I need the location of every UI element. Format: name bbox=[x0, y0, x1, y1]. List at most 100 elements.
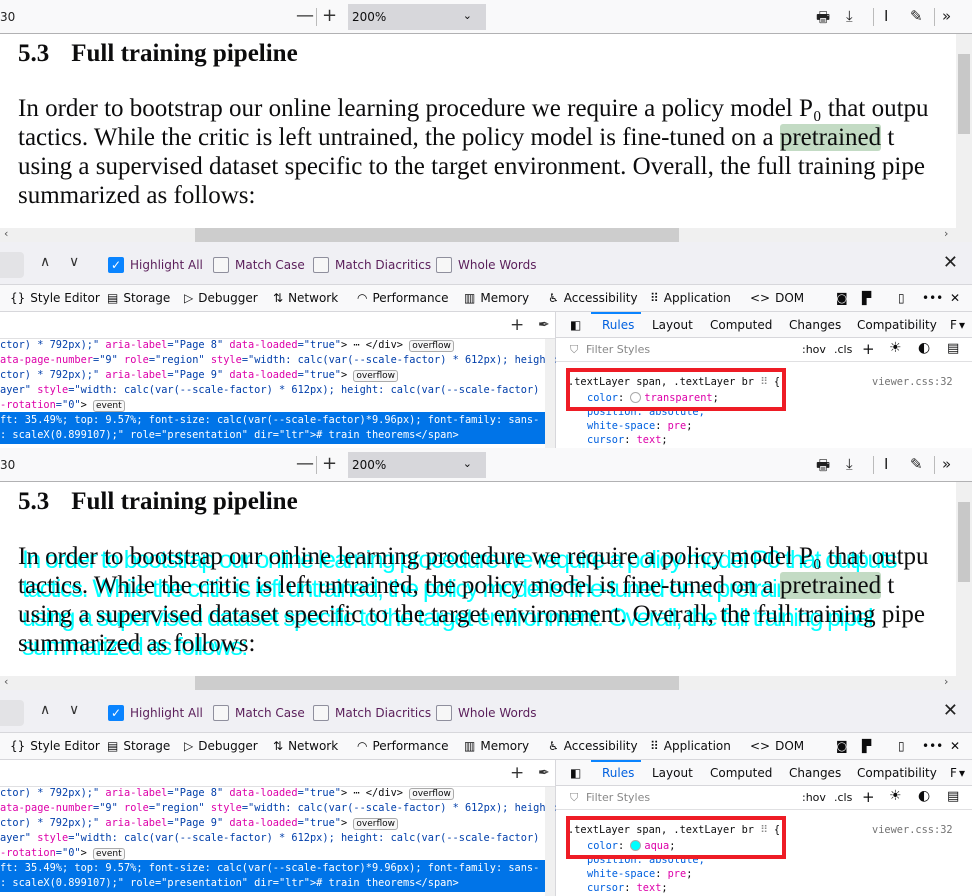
tab-performance[interactable]: ◠ Performance bbox=[357, 291, 449, 305]
markup-line[interactable]: ata-page-number="9" role="region" style=… bbox=[0, 353, 558, 368]
tab-dom[interactable]: <> DOM bbox=[750, 291, 804, 305]
cursor-declaration[interactable]: cursor: text; bbox=[587, 882, 668, 894]
markup-line[interactable]: ayer" style="width: calc(var(--scale-fac… bbox=[0, 383, 552, 398]
tab-computed[interactable]: Computed bbox=[710, 318, 772, 332]
zoom-in-button[interactable]: + bbox=[322, 5, 337, 26]
tab-accessibility[interactable]: ♿ Accessibility bbox=[548, 739, 638, 753]
close-devtools-icon[interactable]: ✕ bbox=[950, 739, 960, 753]
cls-button[interactable]: .cls bbox=[834, 343, 852, 356]
selected-node[interactable]: ft: 35.49%; top: 9.57%; font-size: calc(… bbox=[0, 860, 546, 892]
scrollbar-thumb[interactable] bbox=[958, 54, 970, 134]
find-input[interactable] bbox=[0, 700, 24, 726]
tab-debugger[interactable]: ▷ Debugger bbox=[184, 739, 258, 753]
tab-style-editor[interactable]: {} Style Editor bbox=[10, 291, 100, 305]
event-badge[interactable]: event bbox=[93, 848, 125, 860]
highlight-all-checkbox[interactable]: ✓ Highlight All bbox=[108, 256, 203, 274]
hov-button[interactable]: :hov bbox=[802, 791, 826, 804]
markup-line[interactable]: ctor) * 792px);" aria-label="Page 9" dat… bbox=[0, 816, 399, 831]
markup-line[interactable]: ata-page-number="9" role="region" style=… bbox=[0, 801, 558, 816]
find-previous-icon[interactable]: ∧ bbox=[40, 254, 50, 270]
download-icon[interactable]: ⤓ bbox=[846, 7, 853, 25]
tab-storage[interactable]: ▤ Storage bbox=[107, 739, 170, 753]
download-icon[interactable]: ⤓ bbox=[846, 455, 853, 473]
scrollbar-thumb[interactable] bbox=[958, 502, 970, 582]
tab-fonts[interactable]: F bbox=[950, 766, 957, 780]
find-input[interactable] bbox=[0, 252, 24, 278]
tab-changes[interactable]: Changes bbox=[789, 766, 841, 780]
add-rule-icon[interactable]: + bbox=[862, 340, 875, 358]
tab-computed[interactable]: Computed bbox=[710, 766, 772, 780]
vertical-scrollbar[interactable] bbox=[956, 482, 972, 676]
tab-debugger[interactable]: ▷ Debugger bbox=[184, 291, 258, 305]
match-diacritics-checkbox[interactable]: Match Diacritics bbox=[313, 704, 431, 722]
print-icon[interactable]: 🖶 bbox=[816, 455, 830, 480]
light-theme-icon[interactable]: ☀ bbox=[889, 340, 902, 356]
rule-source-link[interactable]: viewer.css:32 bbox=[872, 824, 953, 836]
zoom-in-button[interactable]: + bbox=[322, 453, 337, 474]
dark-theme-icon[interactable]: ◐ bbox=[918, 788, 930, 804]
screenshot-icon[interactable]: ◙ bbox=[836, 739, 848, 753]
more-tools-icon[interactable]: » bbox=[942, 455, 951, 473]
text-cursor-icon[interactable]: I bbox=[884, 455, 888, 473]
rulers-icon[interactable]: ▛ bbox=[862, 291, 871, 305]
toggle-pane-icon[interactable]: ◧ bbox=[570, 766, 581, 780]
scrollbar-thumb[interactable] bbox=[195, 228, 679, 242]
tab-layout[interactable]: Layout bbox=[652, 318, 693, 332]
rulers-icon[interactable]: ▛ bbox=[862, 739, 871, 753]
eyedropper-icon[interactable]: ✒ bbox=[538, 317, 550, 333]
tab-compatibility[interactable]: Compatibility bbox=[857, 318, 937, 332]
tab-application[interactable]: ⠿ Application bbox=[650, 291, 731, 305]
zoom-select[interactable]: 200% ⌄ bbox=[348, 4, 486, 30]
text-cursor-icon[interactable]: I bbox=[884, 7, 888, 25]
highlight-all-checkbox[interactable]: ✓ Highlight All bbox=[108, 704, 203, 722]
event-badge[interactable]: event bbox=[93, 400, 125, 412]
scroll-right-icon[interactable]: › bbox=[944, 675, 948, 688]
responsive-design-icon[interactable]: ▯ bbox=[898, 739, 905, 753]
tab-storage[interactable]: ▤ Storage bbox=[107, 291, 170, 305]
filter-styles-input[interactable]: Filter Styles bbox=[586, 343, 650, 356]
tab-fonts[interactable]: F bbox=[950, 318, 957, 332]
tab-rules[interactable]: Rules bbox=[602, 318, 634, 332]
screenshot-icon[interactable]: ◙ bbox=[836, 291, 848, 305]
tab-application[interactable]: ⠿ Application bbox=[650, 739, 731, 753]
tab-compatibility[interactable]: Compatibility bbox=[857, 766, 937, 780]
markup-line[interactable]: ayer" style="width: calc(var(--scale-fac… bbox=[0, 831, 552, 846]
white-space-declaration[interactable]: white-space: pre; bbox=[587, 868, 692, 880]
match-case-checkbox[interactable]: Match Case bbox=[213, 704, 305, 722]
markup-scrollbar[interactable] bbox=[545, 787, 555, 896]
light-theme-icon[interactable]: ☀ bbox=[889, 788, 902, 804]
more-tools-icon[interactable]: » bbox=[942, 7, 951, 25]
close-icon[interactable]: ✕ bbox=[943, 700, 958, 721]
overflow-badge[interactable]: overflow bbox=[353, 370, 399, 382]
cls-button[interactable]: .cls bbox=[834, 791, 852, 804]
zoom-select[interactable]: 200% ⌄ bbox=[348, 452, 486, 478]
tab-dom[interactable]: <> DOM bbox=[750, 739, 804, 753]
tab-memory[interactable]: ▥ Memory bbox=[464, 739, 529, 753]
page-number-input[interactable]: 30 bbox=[0, 458, 15, 472]
markup-line[interactable]: ctor) * 792px);" aria-label="Page 9" dat… bbox=[0, 368, 399, 383]
more-options-icon[interactable]: ••• bbox=[922, 291, 943, 305]
find-previous-icon[interactable]: ∧ bbox=[40, 702, 50, 718]
tab-layout[interactable]: Layout bbox=[652, 766, 693, 780]
markup-scrollbar[interactable] bbox=[545, 339, 555, 448]
more-options-icon[interactable]: ••• bbox=[922, 739, 943, 753]
chevron-down-icon[interactable]: ▾ bbox=[959, 766, 965, 780]
markup-line[interactable]: -rotation="0"> event bbox=[0, 846, 125, 861]
markup-line[interactable]: ctor) * 792px);" aria-label="Page 8" dat… bbox=[0, 338, 454, 353]
hov-button[interactable]: :hov bbox=[802, 343, 826, 356]
close-icon[interactable]: ✕ bbox=[943, 252, 958, 273]
whole-words-checkbox[interactable]: Whole Words bbox=[436, 256, 536, 274]
tab-performance[interactable]: ◠ Performance bbox=[357, 739, 449, 753]
scroll-left-icon[interactable]: ‹ bbox=[4, 227, 8, 240]
print-media-icon[interactable]: ▤ bbox=[947, 341, 959, 356]
overflow-badge[interactable]: overflow bbox=[353, 818, 399, 830]
horizontal-scrollbar[interactable]: ‹ › bbox=[0, 675, 972, 690]
print-media-icon[interactable]: ▤ bbox=[947, 789, 959, 804]
responsive-design-icon[interactable]: ▯ bbox=[898, 291, 905, 305]
tab-style-editor[interactable]: {} Style Editor bbox=[10, 739, 100, 753]
tab-memory[interactable]: ▥ Memory bbox=[464, 291, 529, 305]
zoom-out-button[interactable]: — bbox=[296, 453, 314, 474]
zoom-out-button[interactable]: — bbox=[296, 5, 314, 26]
tab-network[interactable]: ⇅ Network bbox=[273, 291, 338, 305]
print-icon[interactable]: 🖶 bbox=[816, 7, 830, 32]
